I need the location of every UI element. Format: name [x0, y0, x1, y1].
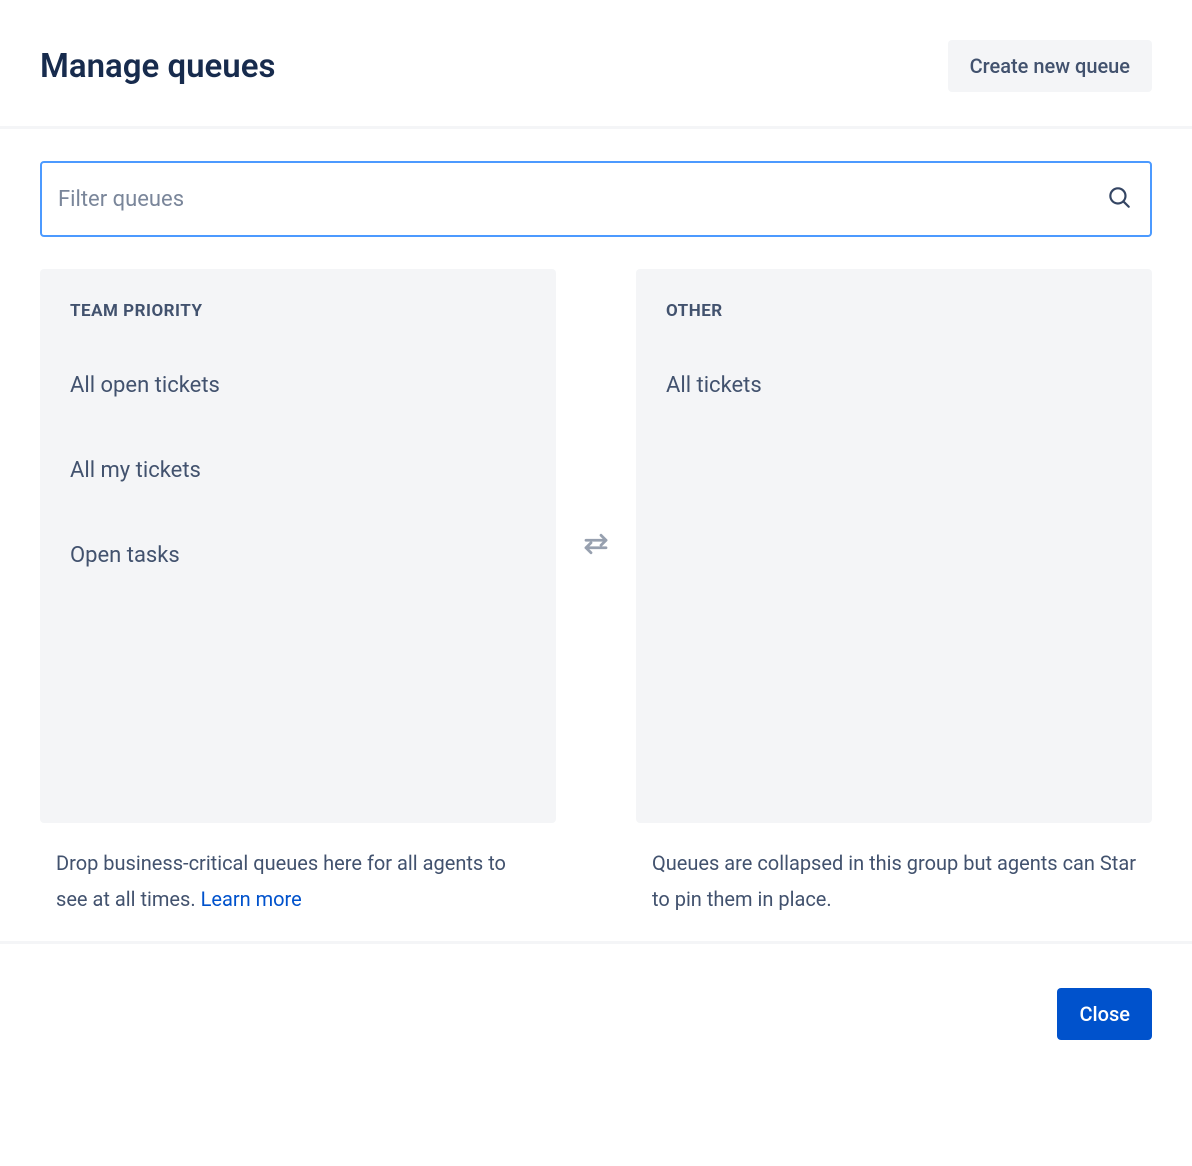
- swap-icon: [581, 529, 611, 563]
- other-panel[interactable]: Other All tickets: [636, 269, 1152, 823]
- queue-item[interactable]: All open tickets: [70, 359, 526, 412]
- queue-item[interactable]: Open tasks: [70, 529, 526, 582]
- queue-item[interactable]: All tickets: [666, 359, 1122, 412]
- create-new-queue-button[interactable]: Create new queue: [948, 40, 1152, 92]
- modal-footer: Close: [0, 944, 1192, 1076]
- swap-column: [556, 269, 636, 823]
- other-hint: Queues are collapsed in this group but a…: [636, 823, 1152, 917]
- queue-item[interactable]: All my tickets: [70, 444, 526, 497]
- learn-more-link[interactable]: Learn more: [201, 887, 302, 911]
- team-priority-hint: Drop business-critical queues here for a…: [40, 823, 556, 917]
- other-title: Other: [666, 301, 1122, 321]
- columns: Team priority All open tickets All my ti…: [40, 269, 1152, 917]
- modal-title: Manage queues: [40, 47, 275, 86]
- filter-queues-input[interactable]: [40, 161, 1152, 237]
- modal-body: Team priority All open tickets All my ti…: [0, 129, 1192, 941]
- modal-header: Manage queues Create new queue: [0, 0, 1192, 126]
- team-priority-column: Team priority All open tickets All my ti…: [40, 269, 556, 917]
- other-column: Other All tickets Queues are collapsed i…: [636, 269, 1152, 917]
- search-icon: [1106, 184, 1132, 214]
- team-priority-panel[interactable]: Team priority All open tickets All my ti…: [40, 269, 556, 823]
- search-wrap: [40, 161, 1152, 237]
- close-button[interactable]: Close: [1057, 988, 1152, 1040]
- team-priority-title: Team priority: [70, 301, 526, 321]
